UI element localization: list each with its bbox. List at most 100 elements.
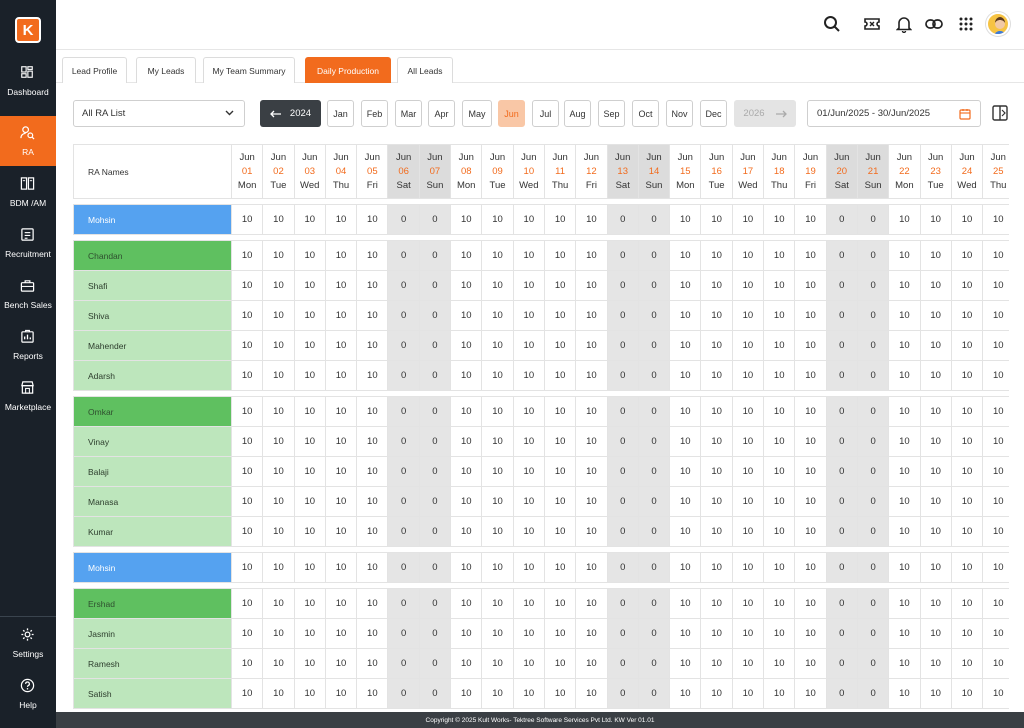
production-value-cell: 10 [919,360,952,391]
avatar[interactable] [986,12,1010,36]
production-value-cell: 0 [606,330,639,361]
search-icon[interactable] [822,14,842,34]
production-value-cell: 10 [512,330,545,361]
day-header: Jun 02 Tue [262,144,295,199]
production-value-cell: 10 [324,360,358,391]
ra-name-cell[interactable]: Balaji [73,456,232,487]
sidebar-item-ra[interactable]: RA [0,116,56,166]
date-range-picker[interactable]: 01/Jun/2025 - 30/Jun/2025 [807,100,981,127]
ra-name-cell[interactable]: Ramesh [73,648,232,679]
month-button-jan[interactable]: Jan [327,100,354,127]
tab-my-leads[interactable]: My Leads [136,57,196,83]
month-button-sep[interactable]: Sep [598,100,625,127]
ra-name-cell[interactable]: Kumar [73,516,232,547]
ra-name-cell[interactable]: Chandan [73,240,232,271]
day-of-week: Thu [332,179,350,191]
ra-list-select[interactable]: All RA List [73,100,245,127]
ra-name-cell[interactable]: Mohsin [73,204,232,235]
production-value-cell: 10 [481,678,514,709]
sidebar-item-help[interactable]: Help [0,669,56,719]
day-header: Jun 03 Wed [293,144,326,199]
day-number: 08 [460,165,472,177]
month-button-jun[interactable]: Jun [498,100,525,127]
production-value-cell: 10 [982,486,1009,517]
day-header: Jun 18 Thu [763,144,796,199]
app-logo[interactable]: K [15,17,41,43]
production-value-cell: 10 [669,678,702,709]
production-value-cell: 10 [481,618,514,649]
month-button-nov[interactable]: Nov [666,100,693,127]
month-button-aug[interactable]: Aug [564,100,591,127]
month-button-mar[interactable]: Mar [395,100,422,127]
month-button-apr[interactable]: Apr [428,100,455,127]
ra-name-cell[interactable]: Mohsin [73,552,232,583]
production-value-cell: 10 [543,204,577,235]
production-value-cell: 10 [543,486,577,517]
ra-name-cell[interactable]: Satish [73,678,232,709]
month-button-feb[interactable]: Feb [361,100,388,127]
ra-name-cell[interactable]: Adarsh [73,360,232,391]
production-value-cell: 10 [669,456,702,487]
production-value-cell: 0 [825,648,858,679]
prev-year-button[interactable]: 2024 [260,100,321,127]
sidebar-item-bdm-am[interactable]: BDM /AM [0,167,56,217]
ticket-icon[interactable] [862,14,882,34]
production-value-cell: 10 [262,270,295,301]
month-button-oct[interactable]: Oct [632,100,659,127]
day-number: 11 [555,165,566,177]
production-value-cell: 0 [637,552,671,583]
day-month: Jun [583,151,600,163]
tab-lead-profile[interactable]: Lead Profile [62,57,127,83]
next-year-button[interactable]: 2026 [734,100,796,127]
month-button-dec[interactable]: Dec [700,100,727,127]
link-icon[interactable] [924,14,944,34]
day-number: 07 [429,165,441,177]
ra-name-cell[interactable]: Shiva [73,300,232,331]
production-value-cell: 10 [575,426,608,457]
ra-name-cell[interactable]: Omkar [73,396,232,427]
production-value-cell: 10 [700,270,733,301]
ra-name-cell[interactable]: Jasmin [73,618,232,649]
sidebar-item-bench-sales[interactable]: Bench Sales [0,269,56,319]
dashboard-icon [20,65,36,81]
apps-grid-icon[interactable] [956,14,976,34]
production-value-cell: 0 [856,396,890,427]
sidebar-item-marketplace[interactable]: Marketplace [0,371,56,421]
production-value-cell: 10 [950,240,984,271]
day-month: Jun [427,151,443,163]
production-value-cell: 0 [825,552,858,583]
month-button-jul[interactable]: Jul [532,100,559,127]
tab-my-team-summary[interactable]: My Team Summary [203,57,295,83]
production-value-cell: 10 [731,552,765,583]
ra-name-cell[interactable]: Manasa [73,486,232,517]
sidebar-item-reports[interactable]: Reports [0,320,56,370]
day-number: 17 [742,165,754,177]
sidebar-item-settings[interactable]: Settings [0,618,56,668]
production-value-cell: 0 [637,270,671,301]
production-value-cell: 10 [700,426,733,457]
tab-all-leads[interactable]: All Leads [397,57,453,83]
day-of-week: Thu [990,179,1007,191]
calendar-icon [959,109,971,120]
ra-name-cell[interactable]: Vinay [73,426,232,457]
production-value-cell: 10 [230,618,264,649]
day-of-week: Fri [804,179,817,191]
ra-name-cell[interactable]: Mahender [73,330,232,361]
production-value-cell: 10 [763,300,796,331]
ra-name-cell[interactable]: Shafi [73,270,232,301]
day-number: 10 [523,165,535,177]
production-value-cell: 0 [856,588,890,619]
ra-name-cell[interactable]: Ershad [73,588,232,619]
month-button-may[interactable]: May [462,100,492,127]
production-value-cell: 10 [481,300,514,331]
tab-daily-production[interactable]: Daily Production [305,57,391,83]
production-value-cell: 10 [262,552,295,583]
bell-icon[interactable] [894,14,914,34]
sidebar-item-dashboard[interactable]: Dashboard [0,56,56,106]
production-value-cell: 10 [919,588,952,619]
day-of-week: Sat [834,179,849,191]
production-value-cell: 10 [982,270,1009,301]
sidebar-item-recruitment[interactable]: Recruitment [0,218,56,268]
export-icon[interactable] [992,105,1008,121]
production-value-cell: 0 [387,486,420,517]
